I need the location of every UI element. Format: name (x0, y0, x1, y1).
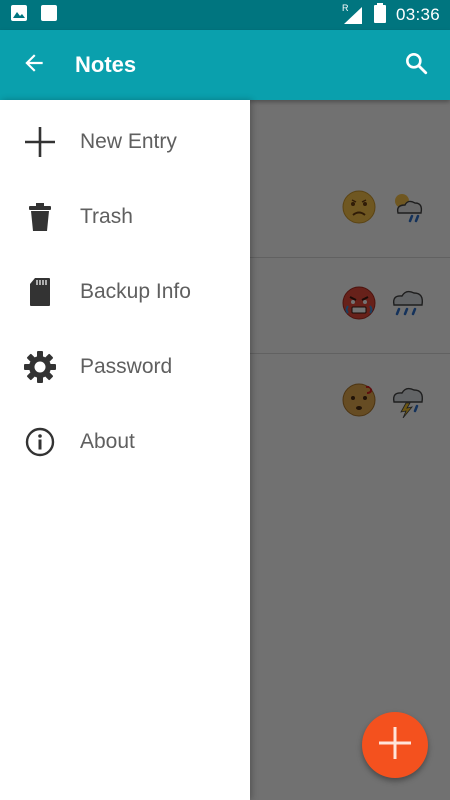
menu-item-about[interactable]: About (0, 404, 250, 479)
app-bar: Notes (0, 30, 450, 100)
battery-icon (373, 2, 386, 28)
menu-item-trash[interactable]: Trash (0, 179, 250, 254)
trash-icon (22, 199, 58, 235)
image-icon (10, 4, 28, 27)
menu-item-password[interactable]: Password (0, 329, 250, 404)
roaming-label: R (341, 3, 349, 13)
menu-item-label: Password (80, 354, 173, 378)
menu-item-label: New Entry (80, 129, 177, 153)
menu-item-new-entry[interactable]: New Entry (0, 104, 250, 179)
add-entry-fab[interactable] (362, 712, 428, 778)
status-bar: R 03:36 (0, 0, 450, 30)
plus-icon (22, 124, 58, 160)
search-icon (403, 50, 429, 81)
menu-item-label: About (80, 429, 135, 453)
status-time: 03:36 (395, 5, 440, 24)
menu-item-label: Trash (80, 204, 133, 228)
search-button[interactable] (394, 43, 438, 87)
navigation-drawer: New Entry Trash Backup Info Password Abo… (0, 100, 250, 800)
arrow-left-icon (21, 50, 47, 81)
menu-item-backup-info[interactable]: Backup Info (0, 254, 250, 329)
gear-icon (22, 349, 58, 385)
square-notification-icon (40, 4, 58, 27)
sd-card-icon (22, 274, 58, 310)
app-title: Notes (75, 52, 137, 77)
signal-icon: R (341, 3, 364, 25)
back-button[interactable] (12, 43, 56, 87)
info-icon (22, 424, 58, 460)
plus-icon (375, 723, 415, 768)
menu-item-label: Backup Info (80, 279, 191, 303)
